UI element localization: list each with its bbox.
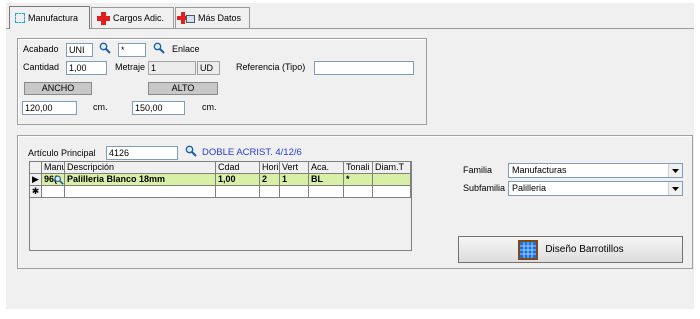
col-header-aca[interactable]: Aca.: [309, 162, 344, 174]
alto-field[interactable]: 150,00: [132, 101, 185, 115]
new-cell-horiz[interactable]: [260, 186, 280, 198]
acabado-label: Acabado: [23, 44, 59, 54]
article-description: DOBLE ACRIST. 4/12/6: [202, 147, 302, 158]
plus-icon: [97, 11, 110, 25]
search-enlace-icon[interactable]: [153, 42, 165, 54]
subfamilia-label: Subfamilia: [463, 183, 506, 193]
search-acabado-icon[interactable]: [99, 42, 111, 54]
ancho-field[interactable]: 120,00: [22, 101, 77, 115]
row-indicator: ▶: [30, 174, 42, 186]
subfamilia-select[interactable]: Palilleria: [508, 181, 683, 196]
tab-cargos-adic-label: Cargos Adic.: [113, 13, 165, 23]
diseno-barrotillos-button[interactable]: Diseño Barrotillos: [458, 236, 683, 263]
col-header-vert[interactable]: Vert: [280, 162, 309, 174]
components-grid[interactable]: Manuf. Descripción Cdad Horiz Vert Aca. …: [29, 161, 412, 251]
search-articulo-icon[interactable]: [185, 145, 197, 157]
col-header-cdad[interactable]: Cdad: [216, 162, 260, 174]
new-cell-vert[interactable]: [280, 186, 309, 198]
cell-aca[interactable]: BL: [309, 174, 344, 186]
grid-window-icon: [518, 239, 539, 260]
tab-mas-datos[interactable]: Más Datos: [175, 7, 250, 28]
col-header-manuf[interactable]: Manuf.: [42, 162, 65, 174]
tab-cargos-adic[interactable]: Cargos Adic.: [91, 7, 174, 28]
manufactura-icon: [15, 13, 25, 23]
new-cell-cdad[interactable]: [216, 186, 260, 198]
grid-corner: [30, 162, 42, 174]
cell-horiz[interactable]: 2: [260, 174, 280, 186]
cell-vert[interactable]: 1: [280, 174, 309, 186]
tab-divider: [6, 28, 694, 29]
new-cell-tonali[interactable]: [344, 186, 373, 198]
alto-header: ALTO: [148, 82, 218, 95]
cell-diam[interactable]: [373, 174, 411, 186]
col-header-tonali[interactable]: Tonali: [344, 162, 373, 174]
referencia-label: Referencia (Tipo): [236, 62, 306, 72]
unit-field: UD: [197, 61, 220, 75]
enlace-label: Enlace: [172, 44, 200, 54]
subfamilia-value: Palilleria: [512, 183, 547, 193]
new-cell-diam[interactable]: [373, 186, 411, 198]
add-data-icon: [177, 12, 195, 24]
new-cell-aca[interactable]: [309, 186, 344, 198]
ancho-header: ANCHO: [24, 82, 92, 95]
col-header-horiz[interactable]: Horiz: [260, 162, 280, 174]
metraje-label: Metraje: [115, 62, 146, 72]
tab-manufactura-label: Manufactura: [28, 13, 79, 23]
chevron-down-icon[interactable]: [668, 164, 682, 177]
new-cell-descripcion[interactable]: [65, 186, 216, 198]
col-header-diam[interactable]: Diam.T: [373, 162, 411, 174]
familia-select[interactable]: Manufacturas: [508, 163, 683, 178]
cell-descripcion[interactable]: Palilleria Blanco 18mm: [65, 174, 216, 186]
cell-tonali[interactable]: *: [344, 174, 373, 186]
acabado-field[interactable]: UNI: [66, 43, 93, 57]
familia-label: Familia: [463, 165, 493, 175]
tab-manufactura[interactable]: Manufactura: [9, 6, 90, 29]
secondary-finish-field[interactable]: *: [118, 43, 146, 57]
cell-cdad[interactable]: 1,00: [216, 174, 260, 186]
referencia-field[interactable]: [314, 61, 414, 75]
articulo-principal-label: Artículo Principal: [28, 148, 96, 158]
cantidad-label: Cantidad: [23, 62, 60, 72]
familia-value: Manufacturas: [512, 165, 567, 175]
col-header-descripcion[interactable]: Descripción: [65, 162, 216, 174]
cantidad-field[interactable]: 1,00: [66, 61, 107, 75]
articulo-field[interactable]: 4126: [106, 146, 178, 160]
ancho-unit: cm.: [93, 102, 108, 112]
metraje-field: 1: [148, 61, 196, 75]
alto-unit: cm.: [202, 102, 217, 112]
new-row-indicator: ✱: [30, 186, 42, 198]
chevron-down-icon[interactable]: [668, 182, 682, 195]
diseno-barrotillos-label: Diseño Barrotillos: [545, 244, 624, 255]
new-cell-manuf[interactable]: [42, 186, 65, 198]
search-manuf-icon[interactable]: [54, 175, 64, 185]
tab-mas-datos-label: Más Datos: [198, 13, 242, 23]
